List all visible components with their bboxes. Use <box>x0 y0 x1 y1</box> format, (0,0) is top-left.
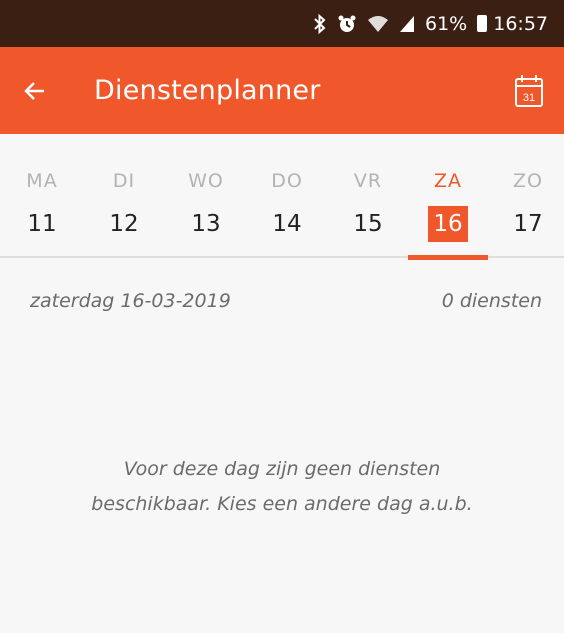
day-date: 17 <box>513 211 543 237</box>
calendar-icon: 31 <box>515 74 543 107</box>
status-time: 16:57 <box>493 12 548 35</box>
day-di[interactable]: DI 12 <box>84 134 164 258</box>
bluetooth-icon <box>313 13 327 34</box>
day-do[interactable]: DO 14 <box>247 134 327 258</box>
status-bar: 61% 16:57 <box>0 0 564 47</box>
calendar-button[interactable]: 31 <box>494 47 564 134</box>
calendar-number: 31 <box>523 92 535 104</box>
shift-count-label: 0 diensten <box>441 290 542 312</box>
empty-state-message: Voor deze dag zijn geen diensten beschik… <box>91 458 473 515</box>
day-za[interactable]: ZA 16 <box>408 134 488 260</box>
day-date: 15 <box>353 211 383 237</box>
day-wo[interactable]: WO 13 <box>166 134 246 258</box>
battery-icon <box>477 15 491 32</box>
selected-date-label: zaterdag 16-03-2019 <box>30 290 231 312</box>
day-date: 11 <box>27 211 57 237</box>
day-vr[interactable]: VR 15 <box>328 134 408 258</box>
day-name: WO <box>188 170 224 192</box>
day-date-selected: 16 <box>428 206 468 242</box>
day-name: DI <box>112 170 136 192</box>
week-strip: MA 11 DI 12 WO 13 DO 14 VR 15 ZA 16 ZO 1… <box>0 134 564 260</box>
day-name: ZO <box>513 170 543 192</box>
day-name: ZA <box>433 170 462 192</box>
app-bar: Dienstenplanner 31 <box>0 47 564 134</box>
day-name: DO <box>271 170 303 192</box>
day-summary: zaterdag 16-03-2019 0 diensten <box>0 290 564 320</box>
day-date: 14 <box>272 211 302 237</box>
day-ma[interactable]: MA 11 <box>2 134 82 258</box>
day-date: 13 <box>191 211 221 237</box>
day-date: 12 <box>109 211 139 237</box>
battery-percent: 61% <box>425 12 468 35</box>
signal-icon <box>399 15 415 33</box>
day-name: VR <box>353 170 383 192</box>
selected-day-indicator <box>408 255 488 260</box>
wifi-icon <box>367 15 389 33</box>
alarm-icon <box>337 14 357 34</box>
day-zo[interactable]: ZO 17 <box>488 134 564 258</box>
back-button[interactable] <box>0 47 70 134</box>
page-title: Dienstenplanner <box>94 75 321 106</box>
arrow-left-icon <box>24 81 44 100</box>
day-name: MA <box>26 170 58 192</box>
